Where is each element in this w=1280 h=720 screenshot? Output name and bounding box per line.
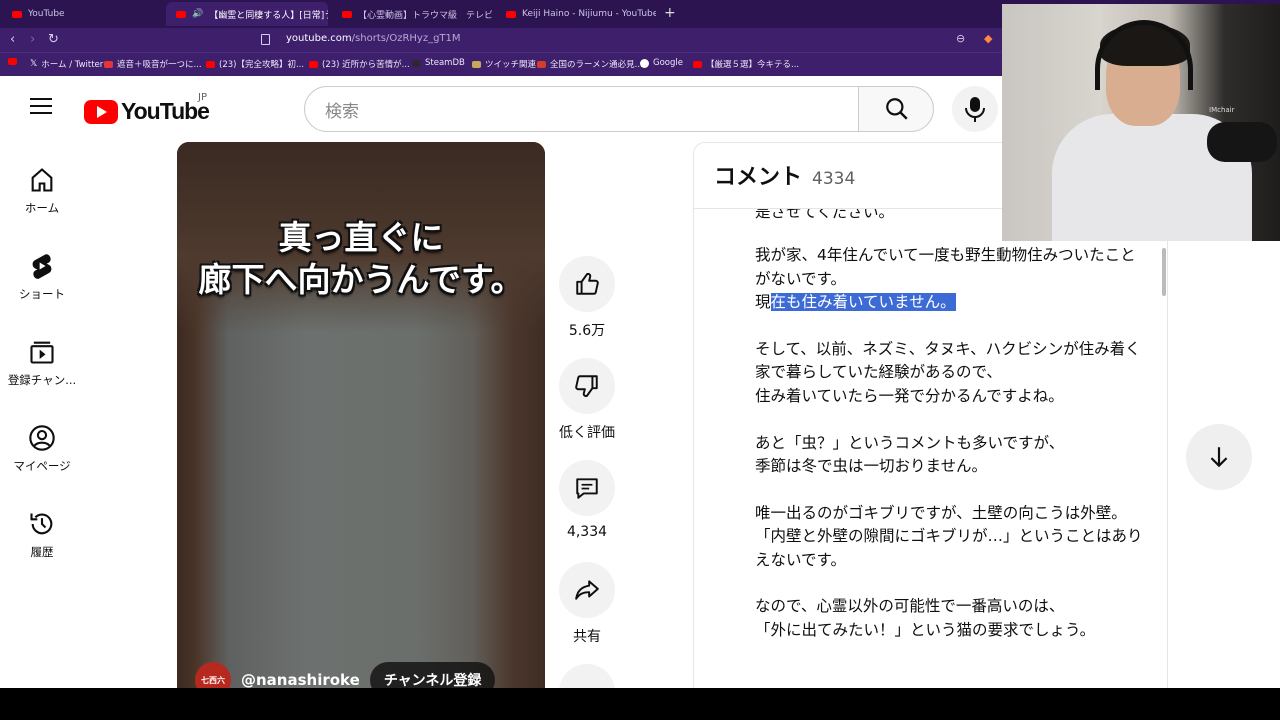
youtube-icon — [693, 60, 702, 68]
sidebar-item-mypage[interactable]: マイページ — [0, 424, 84, 474]
forward-icon[interactable]: › — [30, 32, 35, 47]
video-caption-line1: 真っ直ぐに — [278, 218, 444, 257]
bookmark-google[interactable]: Google — [640, 58, 683, 68]
new-tab-button[interactable]: + — [664, 5, 676, 21]
youtube-logo[interactable]: YouTube — [84, 98, 210, 125]
channel-handle[interactable]: @nanashiroke — [241, 671, 360, 688]
url-field[interactable]: youtube.com/shorts/OzRHyz_gT1M — [286, 33, 461, 44]
comment-count: 4,334 — [566, 524, 608, 540]
zoom-icon[interactable]: ⊖ — [956, 32, 965, 45]
voice-search-button[interactable] — [952, 86, 998, 132]
comment-paragraph-1: 我が家、4年住んでいて一度も野生動物住みついたことがないです。 — [755, 246, 1136, 288]
x-logo-icon: 𝕏 — [30, 59, 38, 69]
share-label: 共有 — [573, 629, 601, 645]
tab-active-video[interactable]: 🔊 【幽霊と同棲する人】[日常]うち × — [166, 2, 328, 26]
remix-button[interactable] — [553, 664, 621, 688]
bookmark-complete-guide[interactable]: (23)【完全攻略】初... — [206, 58, 304, 70]
next-video-button[interactable] — [1186, 424, 1252, 490]
site-icon — [104, 60, 113, 68]
google-icon — [640, 58, 649, 68]
tab-youtube[interactable]: YouTube — [2, 2, 162, 26]
comments-header: コメント 4334 — [714, 159, 855, 191]
share-icon — [575, 580, 599, 600]
webcam-overlay: IMchair — [1002, 4, 1280, 241]
share-button[interactable]: 共有 — [553, 562, 621, 646]
microphone-icon — [965, 97, 985, 122]
video-caption-line2: 廊下へ向かうんです。 — [198, 260, 524, 299]
youtube-favicon-icon — [506, 10, 516, 18]
shorts-icon — [32, 254, 52, 279]
sidebar-item-subscriptions[interactable]: 登録チャン... — [0, 338, 84, 388]
youtube-favicon-icon — [176, 10, 186, 18]
search-button[interactable] — [858, 86, 934, 132]
channel-avatar[interactable]: 七西六 — [195, 662, 231, 688]
comment-paragraph-4: 唯一出るのがゴキブリですが、土壁の向こうは外壁。 「内壁と外壁の隙間にゴキブリが…… — [755, 503, 1143, 569]
dislike-button[interactable]: 低く評価 — [553, 358, 621, 442]
comments-title: コメント — [714, 165, 803, 190]
search-input[interactable]: 検索 — [304, 86, 860, 132]
youtube-icon — [206, 60, 215, 68]
microphone-arm — [1207, 122, 1277, 162]
comments-button[interactable]: 4,334 — [553, 460, 621, 540]
steamdb-icon — [412, 59, 421, 67]
bottom-black-bar — [0, 688, 1280, 720]
ramen-site-icon — [537, 60, 546, 68]
comment-paragraph-5: なので、心霊以外の可能性で一番高いのは、 「外に出てみたい！」という猫の要求でしょ… — [755, 597, 1096, 639]
sidebar-item-history[interactable]: 履歴 — [0, 510, 84, 560]
like-button[interactable]: 5.6万 — [553, 256, 621, 340]
comments-scrollbar[interactable] — [1162, 248, 1166, 296]
bookmark-twitter[interactable]: 𝕏 ホーム / Twitter — [30, 58, 103, 70]
bookmark-ramen[interactable]: 全国のラーメン通必見... — [537, 58, 643, 70]
thumbs-up-icon — [576, 273, 599, 295]
bookmark-page-icon[interactable] — [261, 34, 270, 45]
hamburger-menu-icon[interactable] — [30, 98, 52, 114]
history-icon — [30, 513, 53, 535]
thumbs-down-icon — [575, 375, 598, 397]
subscriptions-icon — [30, 341, 54, 364]
bookmark-youtube[interactable] — [8, 58, 21, 65]
comment-highlight-line: 現在も住み着いていません。 — [755, 293, 956, 312]
bookmark-complaint[interactable]: (23) 近所から苦情が... — [309, 58, 410, 70]
comment-paragraph-3: あと「虫？」というコメントも多いですが、 季節は冬で虫は一切おりません。 — [755, 433, 1065, 476]
speaker-icon: 🔊 — [192, 9, 204, 19]
bookmark-top5[interactable]: 【厳選５選】今キテる... — [693, 58, 799, 70]
youtube-icon — [309, 60, 318, 68]
comment-icon — [576, 478, 598, 499]
selected-text: 在も住み着いていません。 — [770, 293, 956, 312]
home-icon — [31, 168, 53, 192]
sidebar-item-shorts[interactable]: ショート — [0, 252, 84, 302]
reload-icon[interactable]: ↻ — [48, 32, 59, 47]
remix-icon — [559, 664, 615, 688]
account-icon — [29, 425, 55, 451]
tab-shinrei[interactable]: 【心霊動画】トラウマ級 テレビ放送で起 — [332, 2, 492, 26]
sidebar-item-home[interactable]: ホーム — [0, 166, 84, 216]
youtube-icon — [8, 58, 17, 65]
folder-icon — [472, 60, 481, 68]
comments-count: 4334 — [812, 169, 856, 189]
bookmark-folder-twitch[interactable]: ツイッチ関連 — [472, 58, 536, 70]
arrow-down-icon — [1210, 447, 1228, 468]
comment-text: 是させてください。 我が家、4年住んでいて一度も野生動物住みついたことがないです… — [755, 201, 1150, 666]
comment-paragraph-2: そして、以前、ネズミ、タヌキ、ハクビシンが住み着く家で暮らしていた経験があるので… — [755, 340, 1141, 405]
short-video-player[interactable]: 真っ直ぐに 廊下へ向かうんです。 七西六 @nanashiroke チャンネル登… — [177, 142, 545, 688]
subscribe-button[interactable]: チャンネル登録 — [369, 662, 496, 688]
chair-label: IMchair — [1209, 106, 1235, 114]
region-code: JP — [198, 92, 207, 103]
bookmark-soundproof[interactable]: 遮音＋吸音が一つに... — [104, 58, 202, 70]
youtube-favicon-icon — [342, 10, 352, 18]
tab-keiji-haino[interactable]: Keiji Haino - Nijiumu - YouTube — [496, 2, 656, 26]
bookmark-steamdb[interactable]: SteamDB — [412, 58, 465, 68]
search-icon — [886, 98, 908, 120]
youtube-play-icon — [84, 99, 118, 124]
channel-row: 七西六 @nanashiroke チャンネル登録 — [195, 662, 496, 688]
like-count: 5.6万 — [568, 323, 606, 339]
brave-shield-icon[interactable]: ◆ — [984, 32, 992, 45]
youtube-favicon-icon — [12, 10, 22, 18]
back-icon[interactable]: ‹ — [10, 32, 15, 47]
dislike-label: 低く評価 — [559, 425, 615, 441]
